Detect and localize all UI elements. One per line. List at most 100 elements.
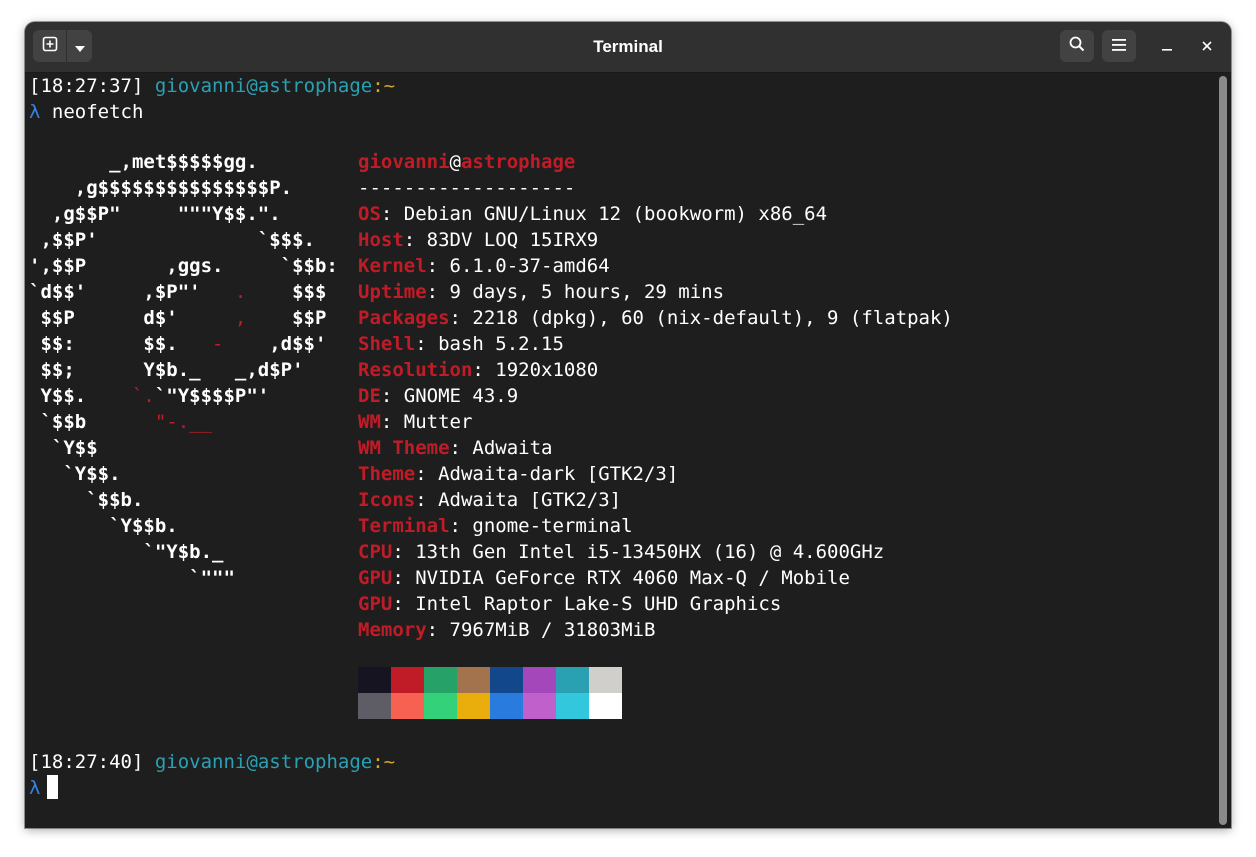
info-row: Packages: 2218 (dpkg), 60 (nix-default),… bbox=[358, 305, 953, 331]
command-line[interactable]: λ bbox=[29, 775, 59, 801]
ascii-logo-line: `Y$$b. bbox=[29, 513, 338, 539]
prompt-user: giovanni bbox=[154, 75, 247, 97]
chevron-down-icon bbox=[74, 37, 85, 56]
prompt-line: [18:27:37] giovanni@astrophage:~ bbox=[29, 73, 395, 99]
info-row: OS: Debian GNU/Linux 12 (bookworm) x86_6… bbox=[358, 201, 953, 227]
info-colon: : bbox=[380, 385, 393, 407]
info-colon: : bbox=[380, 203, 393, 225]
close-button[interactable] bbox=[1195, 35, 1219, 59]
info-row: Shell: bash 5.2.15 bbox=[358, 331, 953, 357]
ascii-logo-segment: `Y$$b. bbox=[29, 515, 178, 537]
terminal-output[interactable]: [18:27:37] giovanni@astrophage:~ λ neofe… bbox=[25, 73, 1215, 828]
color-swatch bbox=[490, 667, 523, 693]
info-value: Adwaita bbox=[460, 437, 553, 459]
info-row: Theme: Adwaita-dark [GTK2/3] bbox=[358, 461, 953, 487]
ascii-logo-line: `Y$$. bbox=[29, 461, 338, 487]
text-cursor bbox=[47, 775, 59, 799]
color-swatch bbox=[490, 693, 523, 719]
ascii-logo-segment: ,g$$$$$$$$$$$$$$$P. bbox=[29, 177, 293, 199]
header-bar: Terminal bbox=[25, 22, 1231, 73]
tab-menu-button[interactable] bbox=[67, 30, 92, 62]
ascii-logo-segment: _,met$$$$$gg. bbox=[29, 151, 258, 173]
info-key: GPU bbox=[358, 593, 393, 615]
info-colon: : bbox=[426, 281, 439, 303]
ascii-logo-segment: - bbox=[212, 333, 224, 355]
ascii-logo-segment: $$: $$. bbox=[29, 333, 213, 355]
info-row: GPU: NVIDIA GeForce RTX 4060 Max-Q / Mob… bbox=[358, 565, 953, 591]
info-value: 83DV LOQ 15IRX9 bbox=[415, 229, 599, 251]
info-key: Terminal bbox=[358, 515, 450, 537]
main-menu-button[interactable] bbox=[1102, 30, 1136, 62]
info-row: GPU: Intel Raptor Lake-S UHD Graphics bbox=[358, 591, 953, 617]
new-tab-icon bbox=[42, 36, 58, 56]
info-value: 7967MiB / 31803MiB bbox=[438, 619, 656, 641]
new-tab-button[interactable] bbox=[33, 30, 68, 62]
ascii-logo-segment: `. bbox=[131, 385, 155, 407]
search-icon bbox=[1069, 36, 1085, 56]
system-info: giovanni@astrophage ------------------- … bbox=[358, 149, 953, 643]
prompt-at: @ bbox=[246, 751, 258, 773]
window-title: Terminal bbox=[593, 37, 663, 56]
ascii-logo-line: `"Y$b._ bbox=[29, 539, 338, 565]
minimize-button[interactable] bbox=[1155, 35, 1179, 59]
color-swatch bbox=[457, 667, 490, 693]
info-at: @ bbox=[449, 151, 461, 173]
info-key: GPU bbox=[358, 567, 393, 589]
ascii-logo-segment: `"Y$$$$P"' bbox=[154, 385, 270, 407]
info-value: 6.1.0-37-amd64 bbox=[438, 255, 610, 277]
terminal-window: Terminal [18:27:37] giovanni@astrophage:… bbox=[25, 22, 1231, 828]
info-colon: : bbox=[415, 489, 427, 511]
ascii-logo-segment: ,d$$' bbox=[223, 333, 327, 355]
info-key: WM Theme bbox=[358, 437, 450, 459]
info-row: Resolution: 1920x1080 bbox=[358, 357, 953, 383]
info-key: Kernel bbox=[358, 255, 427, 277]
info-colon: : bbox=[449, 307, 461, 329]
info-value: 13th Gen Intel i5-13450HX (16) @ 4.600GH… bbox=[403, 541, 885, 563]
info-row: WM Theme: Adwaita bbox=[358, 435, 953, 461]
info-user: giovanni bbox=[358, 151, 450, 173]
info-row: CPU: 13th Gen Intel i5-13450HX (16) @ 4.… bbox=[358, 539, 953, 565]
info-row: Icons: Adwaita [GTK2/3] bbox=[358, 487, 953, 513]
ascii-logo-line: `$$b. bbox=[29, 487, 338, 513]
info-colon: : bbox=[392, 541, 404, 563]
color-swatch bbox=[457, 693, 490, 719]
info-key: Memory bbox=[358, 619, 427, 641]
ascii-logo-segment: ,$$P' `$$$. bbox=[29, 229, 315, 251]
ascii-logo-segment: `Y$$ bbox=[29, 437, 98, 459]
info-value: 9 days, 5 hours, 29 mins bbox=[438, 281, 725, 303]
prompt-dir: ~ bbox=[383, 75, 396, 97]
info-key: DE bbox=[358, 385, 381, 407]
lambda-prompt-icon: λ bbox=[29, 777, 41, 799]
info-value: Mutter bbox=[392, 411, 473, 433]
prompt-user: giovanni bbox=[154, 751, 247, 773]
ascii-logo-segment: $$; Y$b._ _,d$P' bbox=[29, 359, 304, 381]
hamburger-menu-icon bbox=[1111, 37, 1127, 56]
ascii-logo-segment: . bbox=[234, 281, 247, 303]
ascii-logo-segment: ',$$P ,ggs. `$$b: bbox=[29, 255, 338, 277]
scrollbar[interactable] bbox=[1219, 76, 1227, 825]
color-swatch bbox=[424, 693, 457, 719]
ascii-logo-segment: $$P bbox=[246, 307, 327, 329]
prompt-colon: : bbox=[372, 751, 384, 773]
search-button[interactable] bbox=[1060, 30, 1094, 62]
info-value: GNOME 43.9 bbox=[392, 385, 519, 407]
info-rows: OS: Debian GNU/Linux 12 (bookworm) x86_6… bbox=[358, 201, 953, 643]
ascii-logo-segment: `$$b. bbox=[29, 489, 144, 511]
info-value: Adwaita-dark [GTK2/3] bbox=[426, 463, 679, 485]
info-value: gnome-terminal bbox=[460, 515, 633, 537]
ascii-logo-line: ',$$P ,ggs. `$$b: bbox=[29, 253, 338, 279]
info-colon: : bbox=[472, 359, 484, 381]
prompt-host: astrophage bbox=[257, 751, 373, 773]
ascii-logo-segment: `$$b bbox=[29, 411, 155, 433]
ascii-logo-line: ,g$$$$$$$$$$$$$$$P. bbox=[29, 175, 338, 201]
color-swatch bbox=[391, 693, 424, 719]
prompt-at: @ bbox=[246, 75, 258, 97]
ascii-logo-segment: `""" bbox=[29, 567, 235, 589]
info-key: WM bbox=[358, 411, 381, 433]
info-key: OS bbox=[358, 203, 381, 225]
color-swatch bbox=[523, 693, 556, 719]
prompt-colon: : bbox=[372, 75, 384, 97]
info-key: Icons bbox=[358, 489, 416, 511]
ascii-logo-line: `Y$$ bbox=[29, 435, 338, 461]
info-host: astrophage bbox=[460, 151, 576, 173]
